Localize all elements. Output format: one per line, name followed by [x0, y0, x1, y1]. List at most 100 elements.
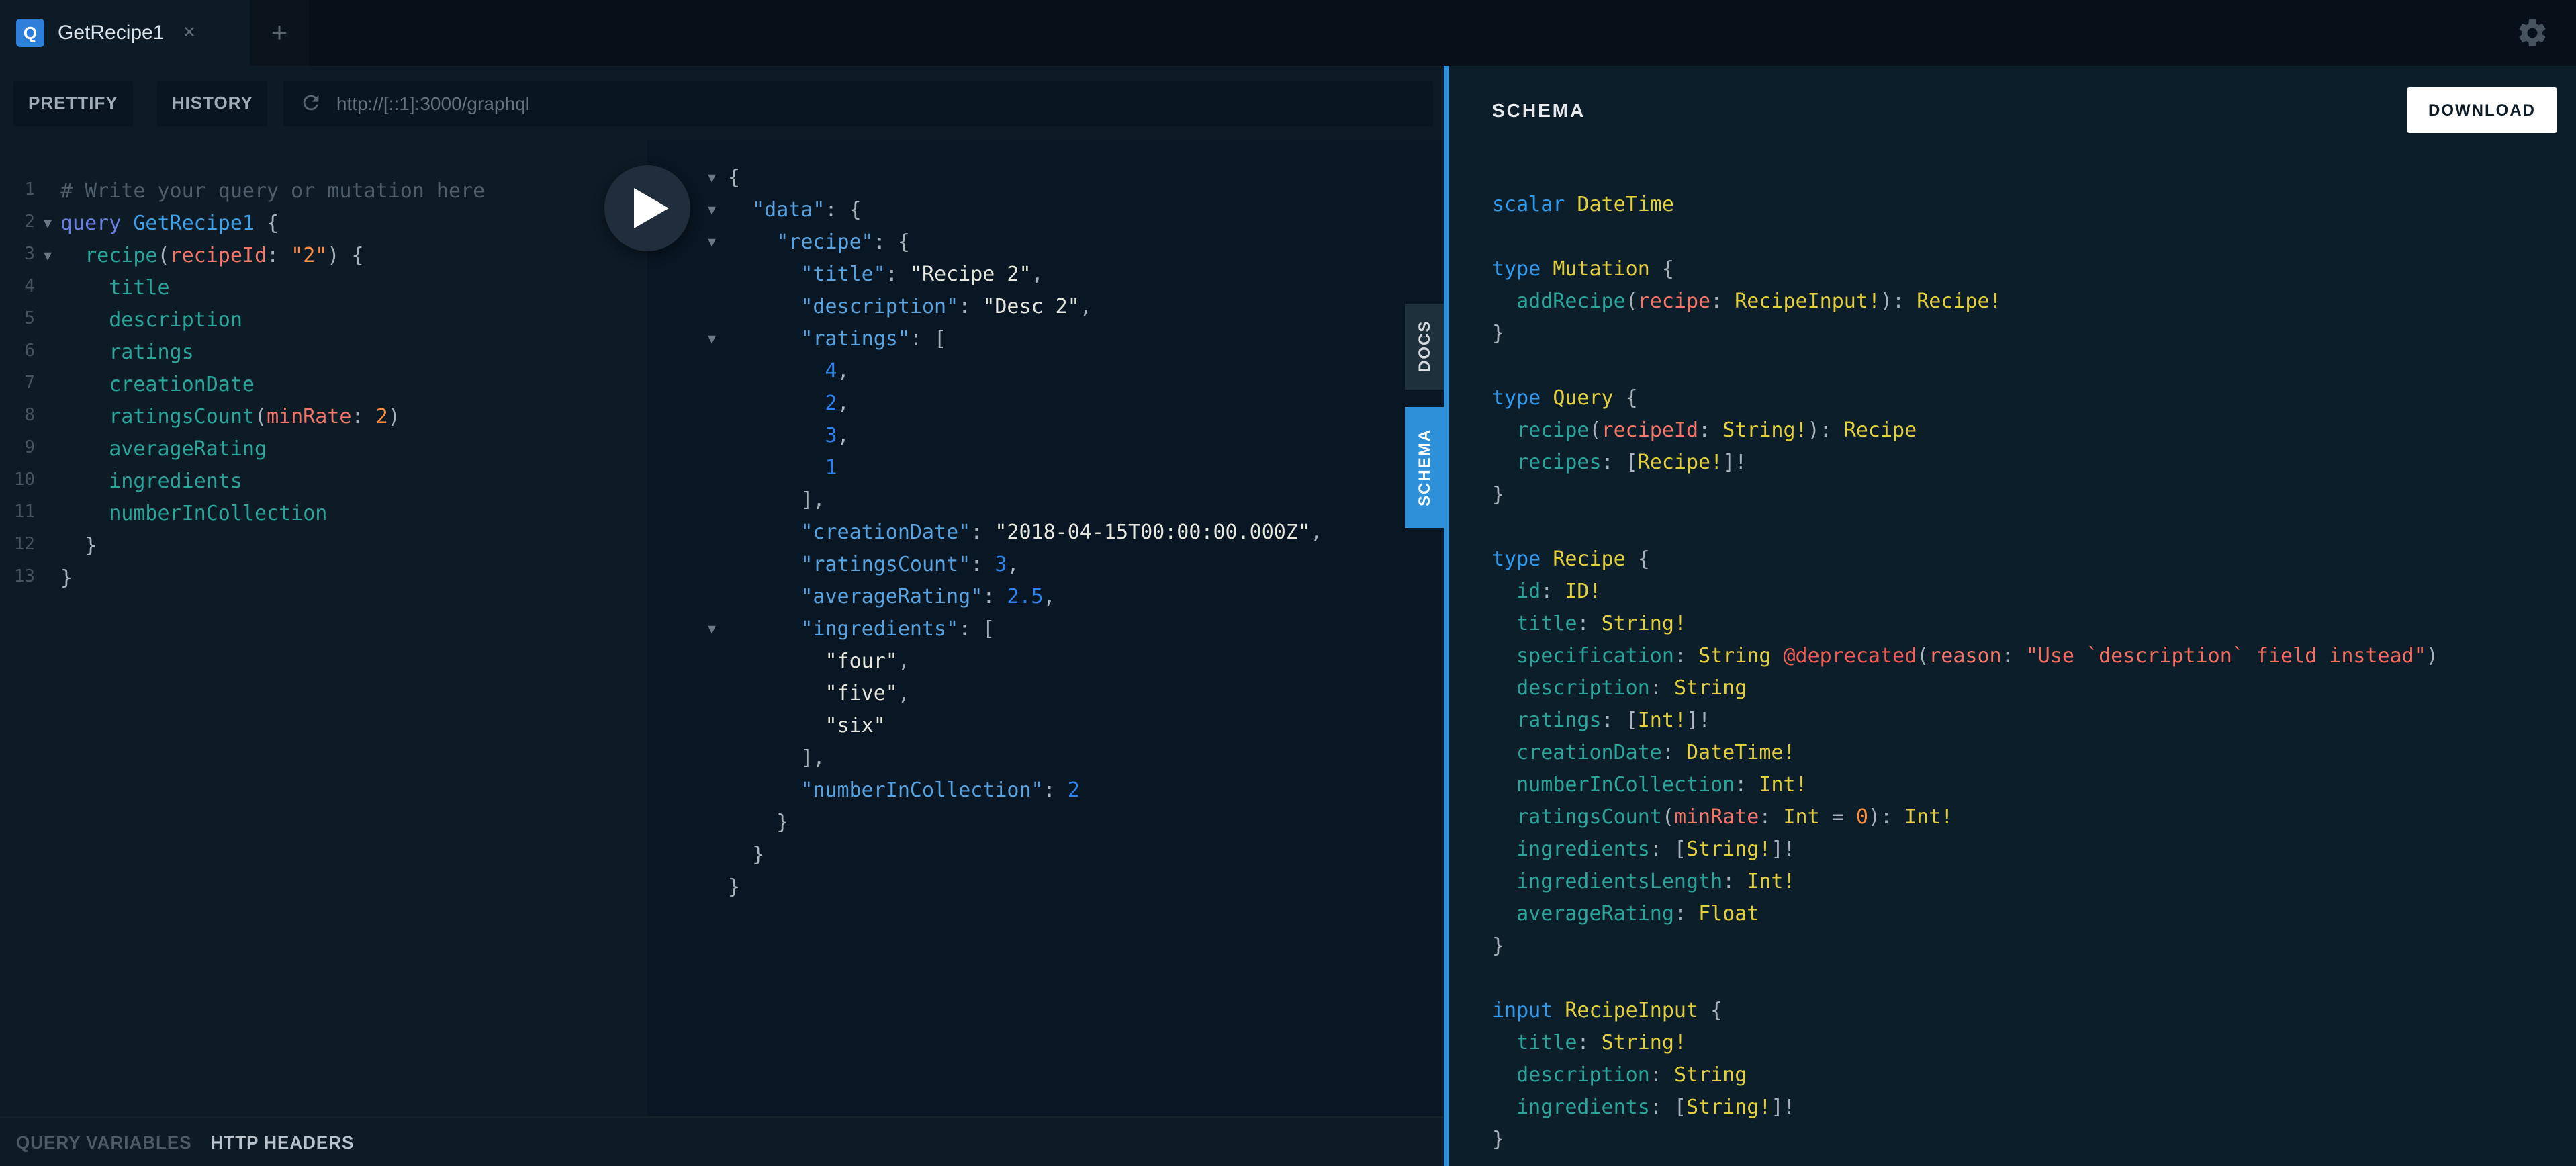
fold-arrow-icon[interactable]: ▾ [696, 193, 728, 226]
code-text: creationDate [60, 368, 255, 400]
session-tab[interactable]: Q GetRecipe1 × [0, 0, 250, 66]
response-line: } [647, 838, 1444, 870]
fold-spacer [696, 838, 728, 870]
line-number: 13 [0, 562, 35, 594]
code-text: addRecipe(recipe: RecipeInput!): Recipe! [1492, 285, 2002, 317]
response-line: 3, [647, 419, 1444, 451]
editor-line: 4 title [0, 271, 647, 304]
fold-arrow-icon[interactable]: ▾ [696, 161, 728, 193]
schema-line: } [1492, 930, 2576, 962]
code-text: } [1492, 1123, 1504, 1155]
code-text: "ingredients": [ [728, 613, 995, 645]
schema-line: } [1492, 478, 2576, 510]
fold-spacer [696, 258, 728, 290]
code-text: } [60, 529, 97, 562]
schema-line: type Query { [1492, 382, 2576, 414]
code-text: recipe(recipeId: "2") { [60, 239, 364, 271]
fold-arrow-icon[interactable]: ▾ [696, 226, 728, 258]
fold-arrow-icon[interactable]: ▾ [35, 207, 60, 239]
schema-panel-title: SCHEMA [1492, 99, 1585, 121]
query-variables-tab[interactable]: QUERY VARIABLES [16, 1132, 192, 1152]
http-headers-tab[interactable]: HTTP HEADERS [211, 1132, 355, 1152]
fold-spacer [696, 451, 728, 484]
fold-arrow-icon[interactable]: ▾ [696, 322, 728, 355]
response-line: "numberInCollection": 2 [647, 774, 1444, 806]
editor-toolbar: PRETTIFY HISTORY http://[::1]:3000/graph… [0, 66, 1444, 140]
tab-close-icon[interactable]: × [183, 22, 195, 44]
history-button[interactable]: HISTORY [157, 80, 268, 126]
line-number: 2 [0, 207, 35, 239]
download-schema-button[interactable]: DOWNLOAD [2407, 87, 2557, 133]
code-text: "recipe": { [728, 226, 910, 258]
response-line: 2, [647, 387, 1444, 419]
query-editor[interactable]: 1# Write your query or mutation here2▾qu… [0, 140, 647, 1118]
response-line: "description": "Desc 2", [647, 290, 1444, 322]
response-line: "creationDate": "2018-04-15T00:00:00.000… [647, 516, 1444, 548]
schema-header: SCHEMA DOWNLOAD [1449, 66, 2576, 154]
response-line: ▾ "ratings": [ [647, 322, 1444, 355]
code-text: scalar DateTime [1492, 188, 1674, 220]
schema-line: type Mutation { [1492, 253, 2576, 285]
code-text: } [728, 806, 788, 838]
code-text: "ratings": [ [728, 322, 946, 355]
editor-line: 12 } [0, 529, 647, 562]
play-icon [634, 188, 669, 228]
prettify-button[interactable]: PRETTIFY [13, 80, 133, 126]
fold-spacer [696, 516, 728, 548]
line-number: 4 [0, 271, 35, 304]
code-text: description: String [1492, 1059, 1747, 1091]
response-line: ], [647, 484, 1444, 516]
code-text: type Recipe { [1492, 543, 1650, 575]
code-text: "ratingsCount": 3, [728, 548, 1019, 580]
schema-line: type Recipe { [1492, 543, 2576, 575]
schema-line: input RecipeInput { [1492, 994, 2576, 1026]
code-text: # Write your query or mutation here [60, 175, 485, 207]
code-text: "description": "Desc 2", [728, 290, 1092, 322]
code-text: type Mutation { [1492, 253, 1674, 285]
code-text: "numberInCollection": 2 [728, 774, 1080, 806]
reload-icon[interactable] [300, 91, 323, 114]
schema-line: specification: String @deprecated(reason… [1492, 639, 2576, 672]
graphql-playground-window: Q GetRecipe1 × + PRETTIFY HISTORY http:/… [0, 0, 2576, 1166]
fold-spacer [35, 336, 60, 368]
side-tabs: DOCS SCHEMA [1405, 304, 1444, 528]
response-line: "four", [647, 645, 1444, 677]
schema-line: ingredients: [String!]! [1492, 1091, 2576, 1123]
tab-docs[interactable]: DOCS [1405, 304, 1444, 390]
fold-spacer [35, 175, 60, 207]
fold-arrow-icon[interactable]: ▾ [696, 613, 728, 645]
code-text: ratings: [Int!]! [1492, 704, 1710, 736]
code-text: { [728, 161, 740, 193]
code-text: ingredients [60, 465, 242, 497]
execute-button[interactable] [604, 165, 690, 251]
code-text: recipe(recipeId: String!): Recipe [1492, 414, 1917, 446]
tab-schema[interactable]: SCHEMA [1405, 407, 1444, 528]
code-text: ingredients: [String!]! [1492, 833, 1796, 865]
endpoint-url-text: http://[::1]:3000/graphql [336, 92, 530, 114]
fold-spacer [35, 271, 60, 304]
new-tab-button[interactable]: + [250, 0, 309, 66]
response-line: 4, [647, 355, 1444, 387]
response-line: ▾{ [647, 161, 1444, 193]
panel-divider[interactable] [1444, 66, 1449, 1166]
code-text: "creationDate": "2018-04-15T00:00:00.000… [728, 516, 1322, 548]
endpoint-url-input[interactable]: http://[::1]:3000/graphql [284, 80, 1433, 126]
code-text: 2, [728, 387, 849, 419]
schema-line: } [1492, 317, 2576, 349]
code-text: averageRating: Float [1492, 897, 1759, 930]
code-text: 4, [728, 355, 849, 387]
fold-spacer [696, 806, 728, 838]
fold-arrow-icon[interactable]: ▾ [35, 239, 60, 271]
code-text: input RecipeInput { [1492, 994, 1722, 1026]
response-line: } [647, 870, 1444, 903]
fold-spacer [35, 304, 60, 336]
code-text: "data": { [728, 193, 862, 226]
fold-spacer [696, 774, 728, 806]
settings-gear-icon[interactable] [2516, 16, 2549, 50]
fold-spacer [696, 580, 728, 613]
schema-line [1492, 510, 2576, 543]
fold-spacer [696, 677, 728, 709]
fold-spacer [696, 484, 728, 516]
code-text: query GetRecipe1 { [60, 207, 279, 239]
fold-spacer [696, 355, 728, 387]
